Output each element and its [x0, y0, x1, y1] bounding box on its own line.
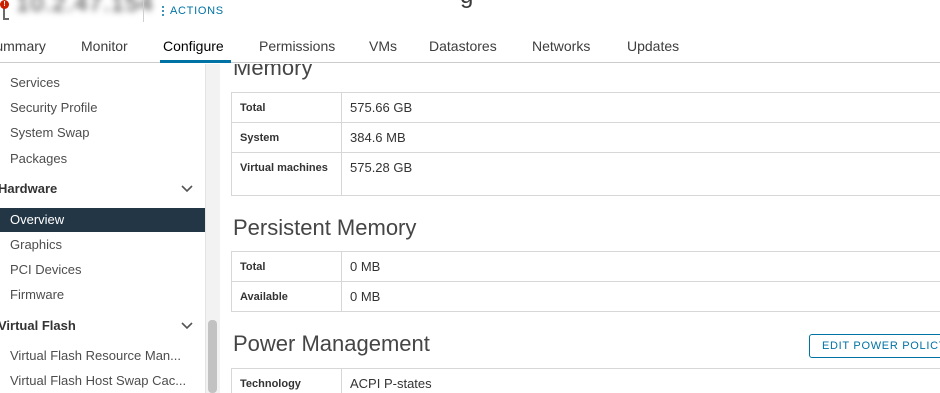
row-value: 575.66 GB [350, 100, 413, 115]
row-key: System [232, 123, 342, 152]
table-row: System 384.6 MB [232, 123, 940, 153]
host-name: 10.2.47.154 [16, 0, 154, 17]
sidebar-group-virtual-flash[interactable]: Virtual Flash [0, 314, 205, 338]
sidebar-item-security-profile[interactable]: Security Profile [0, 96, 205, 120]
row-key: Total [232, 252, 342, 281]
memory-title: Memory [233, 64, 313, 80]
tab-bar: Summary Monitor Configure Permissions VM… [0, 28, 940, 63]
sidebar-item-virtual-flash-host-swap[interactable]: Virtual Flash Host Swap Cac... [0, 369, 205, 393]
host-alert-icon: ! [0, 0, 12, 20]
sidebar-item-packages[interactable]: Packages [0, 147, 205, 171]
table-row: Technology ACPI P-states [232, 369, 940, 393]
power-management-table: Technology ACPI P-states [231, 368, 940, 393]
tab-summary[interactable]: Summary [0, 38, 46, 54]
sidebar-item-overview[interactable]: Overview [0, 208, 205, 232]
tab-updates[interactable]: Updates [627, 38, 679, 54]
sidebar-item-graphics[interactable]: Graphics [0, 233, 205, 257]
table-row: Available 0 MB [232, 282, 940, 311]
kebab-icon [162, 6, 164, 16]
actions-button[interactable]: ACTIONS [162, 3, 224, 19]
memory-table: Total 575.66 GB System 384.6 MB Virtual … [231, 92, 940, 196]
header-divider [143, 0, 144, 22]
row-value: ACPI P-states [350, 376, 432, 391]
sidebar-scroll-thumb[interactable] [208, 320, 217, 393]
sidebar-item-system-swap[interactable]: System Swap [0, 121, 205, 145]
tab-networks[interactable]: Networks [532, 38, 590, 54]
row-value: 0 MB [350, 259, 381, 274]
row-key: Total [232, 93, 342, 122]
table-row: Virtual machines 575.28 GB [232, 153, 940, 195]
sidebar-item-services[interactable]: Services [0, 71, 205, 95]
sidebar-item-firmware[interactable]: Firmware [0, 283, 205, 307]
tab-vms[interactable]: VMs [369, 38, 397, 54]
sidebar-group-label: Virtual Flash [0, 318, 76, 333]
tab-configure[interactable]: Configure [163, 38, 224, 54]
tab-datastores[interactable]: Datastores [429, 38, 497, 54]
row-key: Technology [232, 369, 342, 393]
persistent-memory-table: Total 0 MB Available 0 MB [231, 251, 940, 312]
sidebar-group-hardware[interactable]: Hardware [0, 177, 205, 201]
sidebar-item-virtual-flash-resource[interactable]: Virtual Flash Resource Man... [0, 344, 205, 368]
configure-sidebar: Services Security Profile System Swap Pa… [0, 64, 205, 393]
page-title-fragment: g [460, 0, 473, 10]
sidebar-group-label: Hardware [0, 181, 58, 196]
row-key: Available [232, 282, 342, 311]
hardware-overview-panel: Memory Total 575.66 GB System 384.6 MB V… [221, 64, 940, 393]
row-value: 575.28 GB [350, 160, 413, 175]
persistent-memory-title: Persistent Memory [233, 215, 417, 240]
tab-permissions[interactable]: Permissions [259, 38, 335, 54]
chevron-down-icon [181, 185, 193, 193]
table-row: Total 0 MB [232, 252, 940, 282]
sidebar-item-pci-devices[interactable]: PCI Devices [0, 258, 205, 282]
object-header: ! 10.2.47.154 ACTIONS g [0, 0, 940, 28]
power-management-title: Power Management [233, 331, 430, 356]
table-row: Total 575.66 GB [232, 93, 940, 123]
tab-monitor[interactable]: Monitor [81, 38, 128, 54]
chevron-down-icon [181, 322, 193, 330]
row-value: 0 MB [350, 289, 381, 304]
actions-label: ACTIONS [170, 5, 224, 17]
edit-power-policy-button[interactable]: EDIT POWER POLICY [809, 334, 940, 358]
active-tab-indicator [160, 60, 231, 63]
row-key: Virtual machines [232, 153, 342, 195]
row-value: 384.6 MB [350, 130, 406, 145]
